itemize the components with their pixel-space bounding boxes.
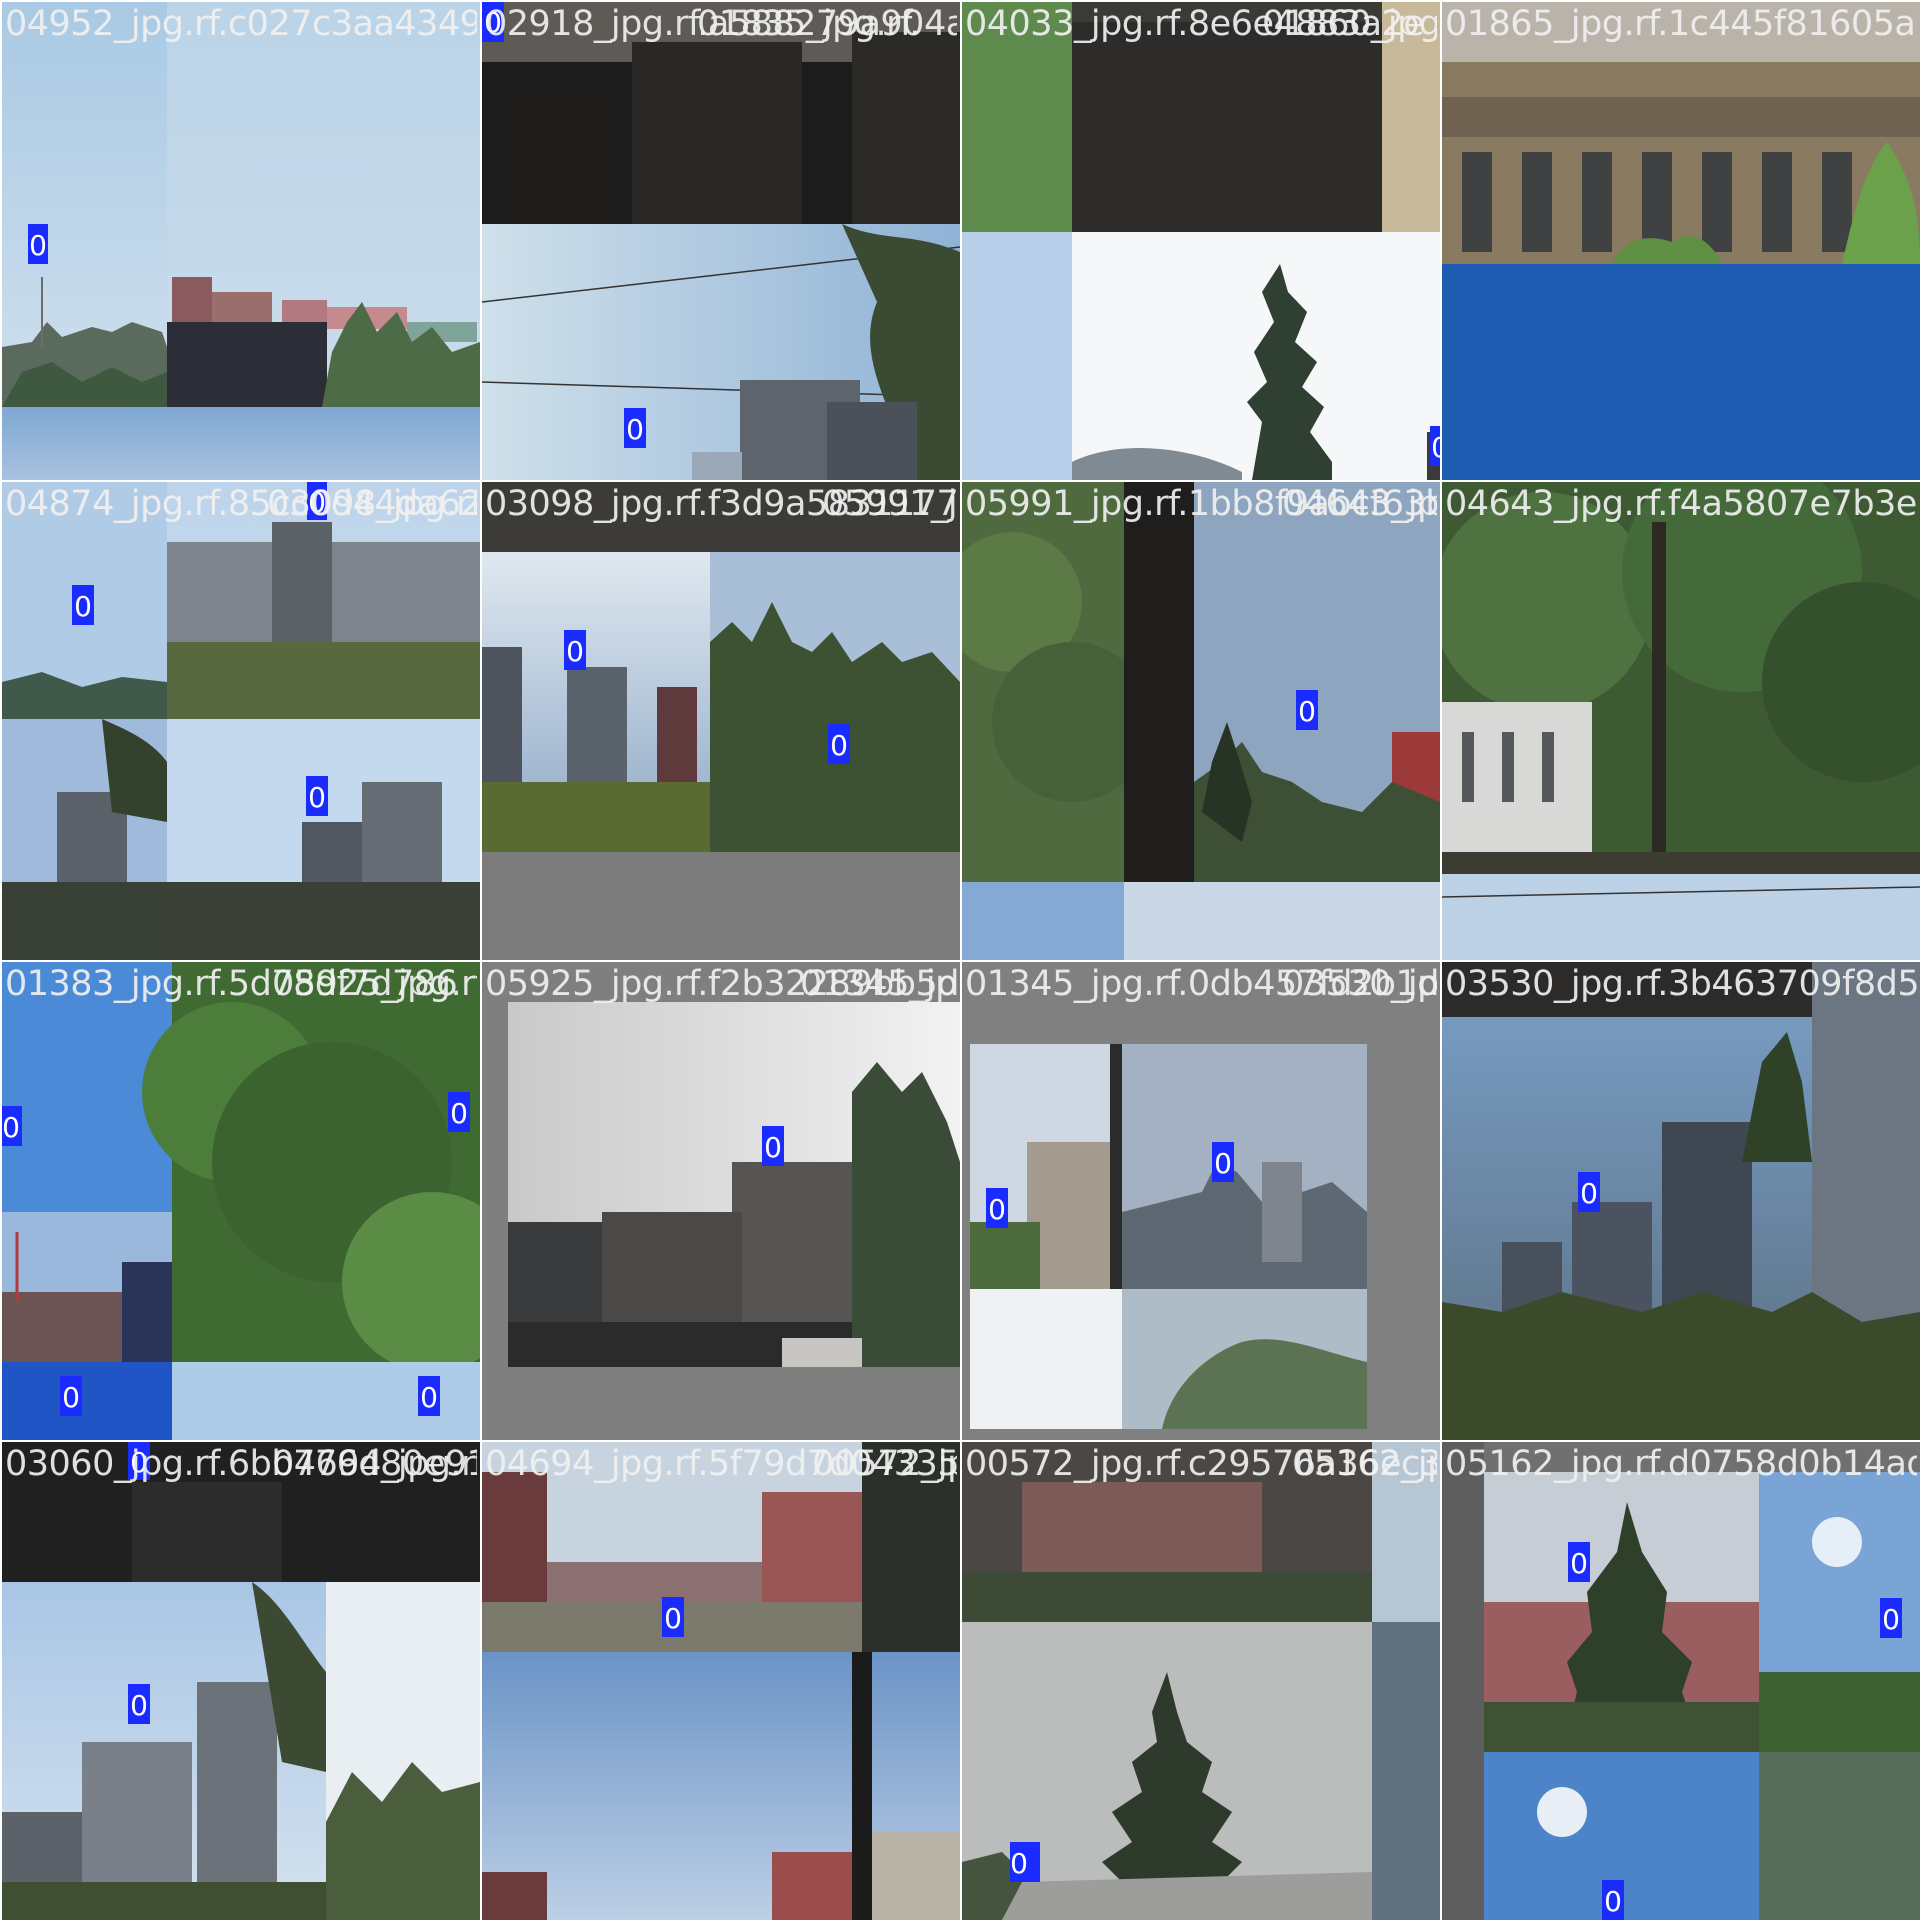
- tile-5-photo: 0 0 0: [2, 482, 480, 960]
- detection-label: 0: [420, 1381, 438, 1414]
- tile-9-photo: 0 0 0 0: [2, 962, 480, 1440]
- detection-label: 0: [764, 1131, 782, 1164]
- detection-label: 0: [308, 486, 326, 519]
- detection-label: 0: [484, 6, 502, 39]
- mosaic-tile-16: 0 0 0 05162_jpg.rf.d0758d0b14adb: [1442, 1442, 1920, 1920]
- detection-label: 0: [988, 1193, 1006, 1226]
- tile-16-photo: 0 0 0: [1442, 1442, 1920, 1920]
- mosaic-tile-1: 0 04952_jpg.rf.c027c3aa4349702b916: [2, 2, 480, 480]
- tile-15-photo: 0: [962, 1442, 1440, 1920]
- detection-label: 0: [130, 1689, 148, 1722]
- detection-label: 0: [626, 413, 644, 446]
- mosaic-tile-15: 0 00572_jpg.rf.c29576a36ec3b83 05162_jpg…: [962, 1442, 1440, 1920]
- mosaic-tile-13: 0 0 03060_jpg.rf.6bb776d80e91 04694_jpg.…: [2, 1442, 480, 1920]
- tile-6-photo: 0 0: [482, 482, 960, 960]
- detection-label: 0: [74, 590, 92, 623]
- mosaic-tile-8: 04643_jpg.rf.f4a5807e7b3eb: [1442, 482, 1920, 960]
- mosaic-tile-6: 0 0 03098_jpg.rf.f3d9a58311777e705 05991…: [482, 482, 960, 960]
- detection-label: 0: [1604, 1885, 1622, 1918]
- detection-label: 0: [1882, 1603, 1900, 1636]
- mosaic-tile-10: 0 05925_jpg.rf.f2b32289bb5df54c 01345_jp…: [482, 962, 960, 1440]
- tile-13-photo: 0 0: [2, 1442, 480, 1920]
- tile-4-photo: [1442, 2, 1920, 480]
- mosaic-tile-2: 0 0 02918_jpg.rf.a588279a904a85f12d 0183…: [482, 2, 960, 480]
- tile-7-photo: 0: [962, 482, 1440, 960]
- detection-label: 0: [2, 1111, 20, 1144]
- tile-2-photo: 0 0: [482, 2, 960, 480]
- mosaic-tile-12: 0 03530_jpg.rf.3b463709f8d5: [1442, 962, 1920, 1440]
- mosaic-tile-7: 0 05991_jpg.rf.1bb8f9abcf63b 04643_jpg.r…: [962, 482, 1440, 960]
- tile-14-photo: 0: [482, 1442, 960, 1920]
- detection-label: 0: [830, 729, 848, 762]
- detection-label: 0: [1570, 1547, 1588, 1580]
- tile-10-photo: 0: [482, 962, 960, 1440]
- tile-1-photo: 0: [2, 2, 480, 480]
- detection-label: 0: [566, 635, 584, 668]
- tile-12-photo: 0: [1442, 962, 1920, 1440]
- detection-label: 0: [664, 1602, 682, 1635]
- detection-label: 0: [1010, 1847, 1028, 1880]
- tile-11-photo: 0 0: [962, 962, 1440, 1440]
- detection-label: 0: [308, 781, 326, 814]
- mosaic-tile-11: 0 0 01345_jpg.rf.0db457fd2b1df9 03530_jp…: [962, 962, 1440, 1440]
- detection-label: 0: [29, 229, 47, 262]
- mosaic-tile-9: 0 0 0 0 01383_jpg.rf.5d78df7d786 05925_j…: [2, 962, 480, 1440]
- mosaic-tile-14: 0 04694_jpg.rf.5f79d7d04335f1 00572_jpg.…: [482, 1442, 960, 1920]
- mosaic-tile-5: 0 0 0 04874_jpg.rf.85cc0d44da62 03098_jp…: [2, 482, 480, 960]
- detection-label: 0: [1580, 1177, 1598, 1210]
- detection-label: 0: [130, 1446, 148, 1479]
- mosaic-tile-4: 01865_jpg.rf.1c445f81605ad345d6: [1442, 2, 1920, 480]
- detection-label: 0: [1431, 431, 1440, 464]
- detection-label: 0: [1214, 1147, 1232, 1180]
- mosaic-tile-3: 0 04033_jpg.rf.8e6e4883a2e 01860_jpg.rf.: [962, 2, 1440, 480]
- detection-label: 0: [62, 1381, 80, 1414]
- mosaic-grid: 0 04952_jpg.rf.c027c3aa4349702b916 0 0: [0, 0, 1920, 1920]
- tile-8-photo: [1442, 482, 1920, 960]
- detection-label: 0: [450, 1097, 468, 1130]
- tile-3-photo: 0: [962, 2, 1440, 480]
- detection-label: 0: [1298, 695, 1316, 728]
